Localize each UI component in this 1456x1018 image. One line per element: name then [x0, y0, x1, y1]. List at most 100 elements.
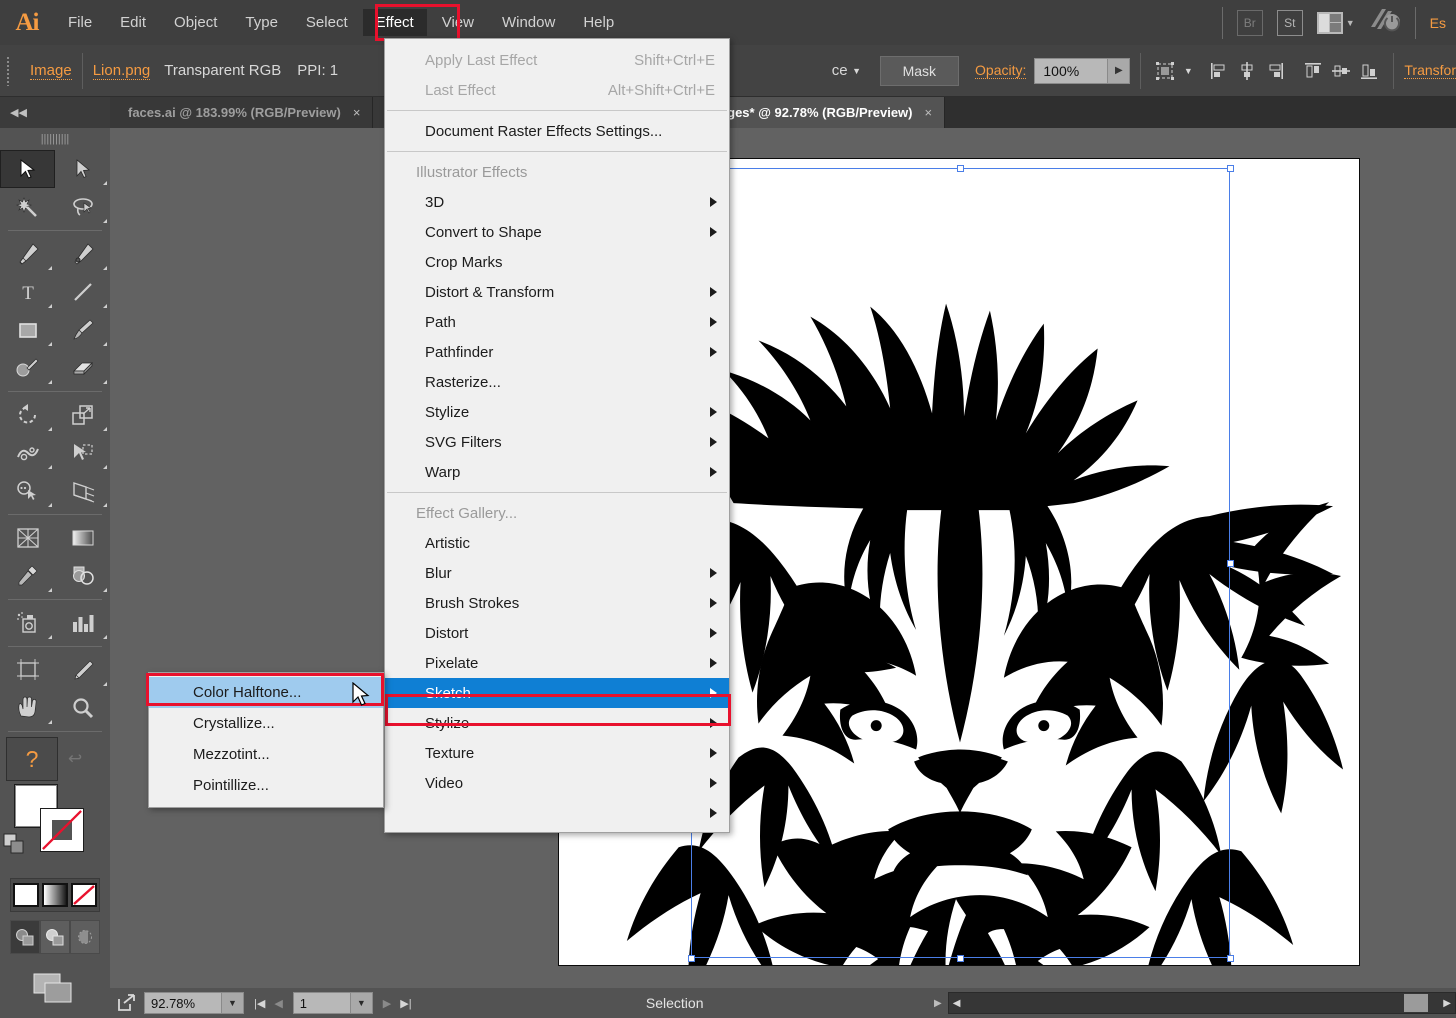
blend-tool[interactable] [55, 557, 110, 595]
mask-button[interactable]: Mask [879, 55, 960, 86]
selection-tool[interactable] [0, 150, 55, 188]
submenu-item-pointillize[interactable]: Pointillize... [149, 770, 383, 801]
effect-dropdown-menu[interactable]: Apply Last Effect Shift+Ctrl+E Last Effe… [384, 38, 731, 833]
creative-cloud-icon[interactable] [1369, 7, 1401, 39]
first-page-icon[interactable]: |◀ [254, 997, 265, 1010]
menu-item-blur[interactable]: Brush Strokes [385, 588, 729, 618]
scale-tool[interactable] [55, 396, 110, 434]
canvas-area[interactable] [110, 128, 1456, 988]
width-tool[interactable] [0, 434, 55, 472]
close-icon[interactable]: × [925, 105, 933, 120]
page-input[interactable]: 1 [292, 992, 351, 1014]
menu-item-texture[interactable]: Video [385, 768, 729, 798]
scrollbar-thumb[interactable] [1403, 994, 1428, 1012]
change-screen-mode-icon[interactable] [0, 972, 110, 1006]
menu-item-warp[interactable]: Warp [385, 457, 729, 487]
menu-item-document-raster-effects-settings[interactable]: Document Raster Effects Settings... [385, 116, 729, 146]
pixelate-submenu[interactable]: Color Halftone... Crystallize... Mezzoti… [148, 672, 384, 808]
shaper-tool[interactable] [0, 349, 55, 387]
tools-panel-grip[interactable]: |||||||||| [0, 128, 110, 150]
scroll-right-icon[interactable]: ▶ [1443, 998, 1451, 1009]
menu-window[interactable]: Window [489, 9, 568, 36]
opacity-dropdown-icon[interactable]: ▶ [1108, 57, 1131, 84]
menu-item-stylize-illustrator[interactable]: Stylize [385, 397, 729, 427]
rotate-tool[interactable] [0, 396, 55, 434]
symbol-sprayer-tool[interactable] [0, 604, 55, 642]
file-name-link[interactable]: Lion.png [92, 62, 151, 80]
line-segment-tool[interactable] [55, 273, 110, 311]
menu-item-rasterize[interactable]: Rasterize... [385, 367, 729, 397]
menu-select[interactable]: Select [293, 9, 361, 36]
menu-item-brush-strokes[interactable]: Distort [385, 618, 729, 648]
page-field[interactable]: 1 ▼ [292, 992, 373, 1014]
type-tool[interactable]: T [0, 273, 55, 311]
menu-item-crop-marks[interactable]: Crop Marks [385, 247, 729, 277]
menu-effect[interactable]: Effect [362, 9, 427, 36]
submenu-item-mezzotint[interactable]: Mezzotint... [149, 739, 383, 770]
menu-object[interactable]: Object [161, 9, 230, 36]
opacity-label[interactable]: Opacity: [975, 62, 1027, 79]
submenu-item-color-halftone[interactable]: Color Halftone... [149, 677, 383, 708]
panel-collapse-icon[interactable]: ◀◀ [0, 97, 110, 128]
gradient-tool[interactable] [55, 519, 110, 557]
align-bottom-icon[interactable] [1355, 57, 1383, 85]
workspace-switcher-icon[interactable]: ▼ [1316, 11, 1355, 34]
gradient-swatch[interactable] [41, 883, 68, 907]
none-swatch[interactable] [71, 883, 98, 907]
horizontal-scrollbar[interactable]: ◀ ▶ [947, 992, 1456, 1014]
mesh-tool[interactable] [0, 519, 55, 557]
menu-item-3d[interactable]: 3D [385, 187, 729, 217]
menu-item-sketch[interactable]: Stylize [385, 708, 729, 738]
draw-behind-icon[interactable] [40, 920, 70, 954]
last-page-icon[interactable]: ▶| [400, 997, 411, 1010]
prev-page-icon[interactable]: ◀ [274, 997, 282, 1010]
perspective-grid-tool[interactable] [55, 472, 110, 510]
align-vertical-center-icon[interactable] [1327, 57, 1355, 85]
menu-item-artistic[interactable]: Blur [385, 558, 729, 588]
menu-item-pixelate[interactable]: Sketch [385, 678, 729, 708]
menu-edit[interactable]: Edit [107, 9, 159, 36]
control-bar-grip[interactable] [0, 45, 16, 97]
stock-icon[interactable]: St [1276, 9, 1303, 36]
export-icon[interactable] [110, 994, 144, 1012]
hand-tool[interactable] [0, 689, 55, 727]
transform-dropdown-icon[interactable]: ▼ [1179, 66, 1197, 76]
stroke-swatch[interactable] [40, 808, 84, 852]
opacity-input[interactable]: 100% [1034, 57, 1109, 84]
transform-label[interactable]: Transfor [1404, 62, 1456, 79]
menu-item-effect-gallery[interactable]: Artistic [385, 528, 729, 558]
object-type-label[interactable]: Image [30, 62, 72, 80]
eraser-tool[interactable] [55, 349, 110, 387]
tab-faces[interactable]: faces.ai @ 183.99% (RGB/Preview) × [110, 97, 374, 128]
slice-tool[interactable] [55, 651, 110, 689]
essentials-label[interactable]: Es [1430, 15, 1450, 31]
menu-item-path[interactable]: Path [385, 307, 729, 337]
free-transform-tool[interactable] [55, 434, 110, 472]
menu-item-distort-and-transform[interactable]: Distort & Transform [385, 277, 729, 307]
bridge-icon[interactable]: Br [1236, 9, 1263, 36]
align-right-icon[interactable] [1261, 57, 1289, 85]
status-menu-icon[interactable]: ▶ [928, 998, 948, 1009]
column-graph-tool[interactable] [55, 604, 110, 642]
scroll-left-icon[interactable]: ◀ [953, 998, 961, 1009]
menu-item-apply-last-effect[interactable]: Apply Last Effect Shift+Ctrl+E [385, 45, 729, 75]
color-swatch[interactable] [12, 883, 39, 907]
curvature-tool[interactable] [55, 235, 110, 273]
align-horizontal-center-icon[interactable] [1233, 57, 1261, 85]
menu-item-stylize-photoshop[interactable]: Texture [385, 738, 729, 768]
menu-item-last-effect[interactable]: Last Effect Alt+Shift+Ctrl+E [385, 75, 729, 105]
zoom-input[interactable]: 92.78% [144, 992, 222, 1014]
direct-selection-tool[interactable] [55, 150, 110, 188]
align-left-icon[interactable] [1205, 57, 1233, 85]
menu-item-pathfinder[interactable]: Pathfinder [385, 337, 729, 367]
menu-help[interactable]: Help [570, 9, 627, 36]
opacity-field[interactable]: 100% ▶ [1034, 57, 1131, 84]
menu-view[interactable]: View [429, 9, 487, 36]
page-dropdown-icon[interactable]: ▼ [350, 992, 373, 1014]
submenu-item-crystallize[interactable]: Crystallize... [149, 708, 383, 739]
eyedropper-tool[interactable] [0, 557, 55, 595]
menu-item-svg-filters[interactable]: SVG Filters [385, 427, 729, 457]
zoom-dropdown-icon[interactable]: ▼ [222, 992, 244, 1014]
zoom-field[interactable]: 92.78% ▼ [144, 992, 244, 1014]
menu-item-distort[interactable]: Pixelate [385, 648, 729, 678]
